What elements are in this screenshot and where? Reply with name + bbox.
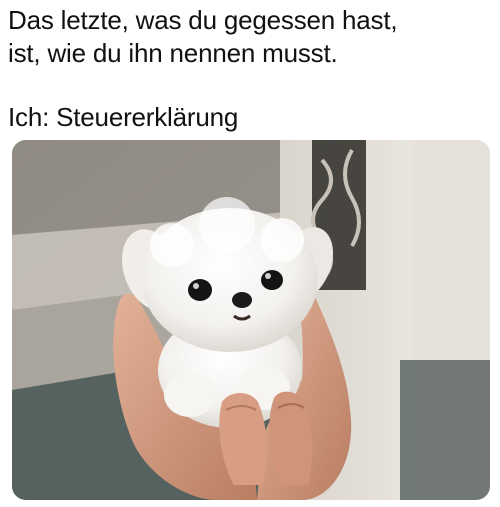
puppy-illustration xyxy=(12,140,490,500)
puppy-left-paw xyxy=(164,373,216,417)
caption-line-1: Das letzte, was du gegessen hast, xyxy=(8,5,398,35)
caption-line-3: Ich: Steuererklärung xyxy=(8,102,239,132)
puppy-photo xyxy=(12,140,490,500)
puppy-right-eye xyxy=(261,270,283,290)
puppy-nose xyxy=(232,292,252,308)
puppy-left-eye xyxy=(188,279,212,301)
meme-caption: Das letzte, was du gegessen hast, ist, w… xyxy=(8,4,494,134)
caption-line-2: ist, wie du ihn nennen musst. xyxy=(8,38,338,68)
